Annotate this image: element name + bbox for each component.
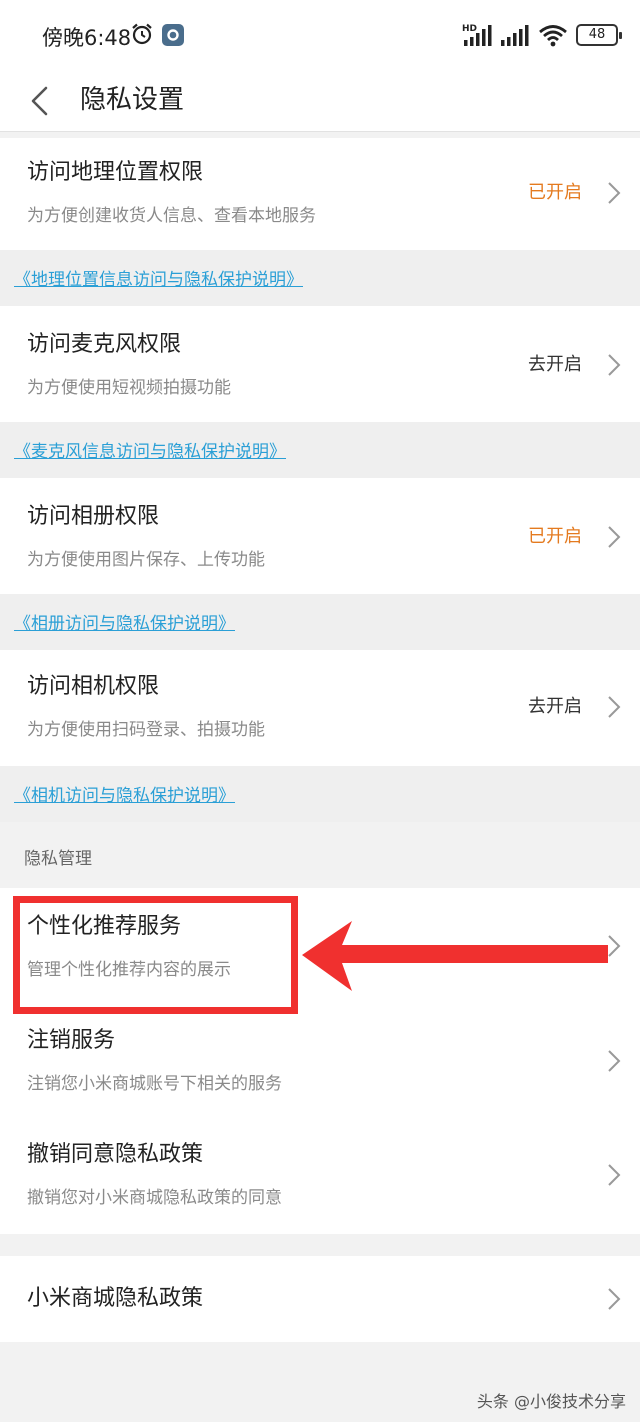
hd-signal-icon: HD	[462, 24, 492, 46]
permission-camera-row[interactable]: 访问相机权限 为方便使用扫码登录、拍摄功能 去开启	[0, 650, 640, 766]
highlight-box	[13, 896, 298, 1014]
row-subtitle: 撤销您对小米商城隐私政策的同意	[27, 1188, 282, 1208]
camera-privacy-link[interactable]: 《相机访问与隐私保护说明》	[14, 781, 235, 806]
chevron-right-icon	[608, 354, 621, 376]
section-label: 隐私管理	[24, 849, 92, 869]
back-arrow-icon	[31, 86, 48, 116]
link-band: 《相机访问与隐私保护说明》	[0, 766, 640, 822]
permission-location-row[interactable]: 访问地理位置权限 为方便创建收货人信息、查看本地服务 已开启	[0, 138, 640, 250]
back-button[interactable]	[22, 78, 62, 124]
row-subtitle: 为方便创建收货人信息、查看本地服务	[27, 206, 316, 226]
microphone-privacy-link[interactable]: 《麦克风信息访问与隐私保护说明》	[14, 437, 286, 462]
row-title: 访问相机权限	[27, 674, 160, 699]
svg-text:HD: HD	[462, 24, 477, 34]
link-band: 《相册访问与隐私保护说明》	[0, 594, 640, 650]
page-title: 隐私设置	[80, 85, 185, 115]
chevron-right-icon	[608, 696, 621, 718]
row-title: 注销服务	[27, 1028, 116, 1053]
link-band: 《麦克风信息访问与隐私保护说明》	[0, 422, 640, 478]
row-title: 访问相册权限	[27, 504, 160, 529]
chevron-right-icon	[608, 1050, 621, 1072]
chevron-right-icon	[608, 182, 621, 204]
revoke-privacy-consent-row[interactable]: 撤销同意隐私政策 撤销您对小米商城隐私政策的同意	[0, 1118, 640, 1234]
row-subtitle: 为方便使用扫码登录、拍摄功能	[27, 720, 265, 740]
settings-badge-icon	[162, 24, 184, 46]
red-arrow-icon	[302, 921, 608, 991]
row-subtitle: 为方便使用短视频拍摄功能	[27, 378, 231, 398]
row-title: 撤销同意隐私政策	[27, 1142, 204, 1167]
status-time: 傍晚6:48	[42, 26, 132, 50]
cancel-service-row[interactable]: 注销服务 注销您小米商城账号下相关的服务	[0, 1004, 640, 1118]
permission-microphone-row[interactable]: 访问麦克风权限 为方便使用短视频拍摄功能 去开启	[0, 306, 640, 422]
chevron-right-icon	[608, 1288, 621, 1310]
row-title: 访问地理位置权限	[27, 160, 204, 185]
row-subtitle: 为方便使用图片保存、上传功能	[27, 550, 265, 570]
permission-album-row[interactable]: 访问相册权限 为方便使用图片保存、上传功能 已开启	[0, 478, 640, 594]
link-band: 《地理位置信息访问与隐私保护说明》	[0, 250, 640, 306]
status-bar: 傍晚6:48 HD 48	[0, 0, 640, 70]
battery-icon: 48	[576, 24, 622, 46]
status-icons: HD 48	[462, 22, 622, 48]
alarm-icon	[132, 23, 152, 45]
album-privacy-link[interactable]: 《相册访问与隐私保护说明》	[14, 609, 235, 634]
wifi-icon	[539, 25, 567, 47]
row-subtitle: 注销您小米商城账号下相关的服务	[27, 1074, 282, 1094]
row-title: 访问麦克风权限	[27, 332, 182, 357]
top-bar: 隐私设置	[0, 70, 640, 132]
signal-icon	[501, 25, 529, 46]
location-privacy-link[interactable]: 《地理位置信息访问与隐私保护说明》	[14, 265, 303, 290]
status-badge: 去开启	[528, 354, 582, 375]
status-badge: 去开启	[528, 696, 582, 717]
watermark: 头条 @小俊技术分享	[476, 1392, 626, 1411]
chevron-right-icon	[608, 526, 621, 548]
status-badge: 已开启	[528, 182, 582, 203]
chevron-right-icon	[608, 1164, 621, 1186]
privacy-policy-row[interactable]: 小米商城隐私政策	[0, 1256, 640, 1342]
row-title: 小米商城隐私政策	[27, 1286, 204, 1311]
status-badge: 已开启	[528, 526, 582, 547]
